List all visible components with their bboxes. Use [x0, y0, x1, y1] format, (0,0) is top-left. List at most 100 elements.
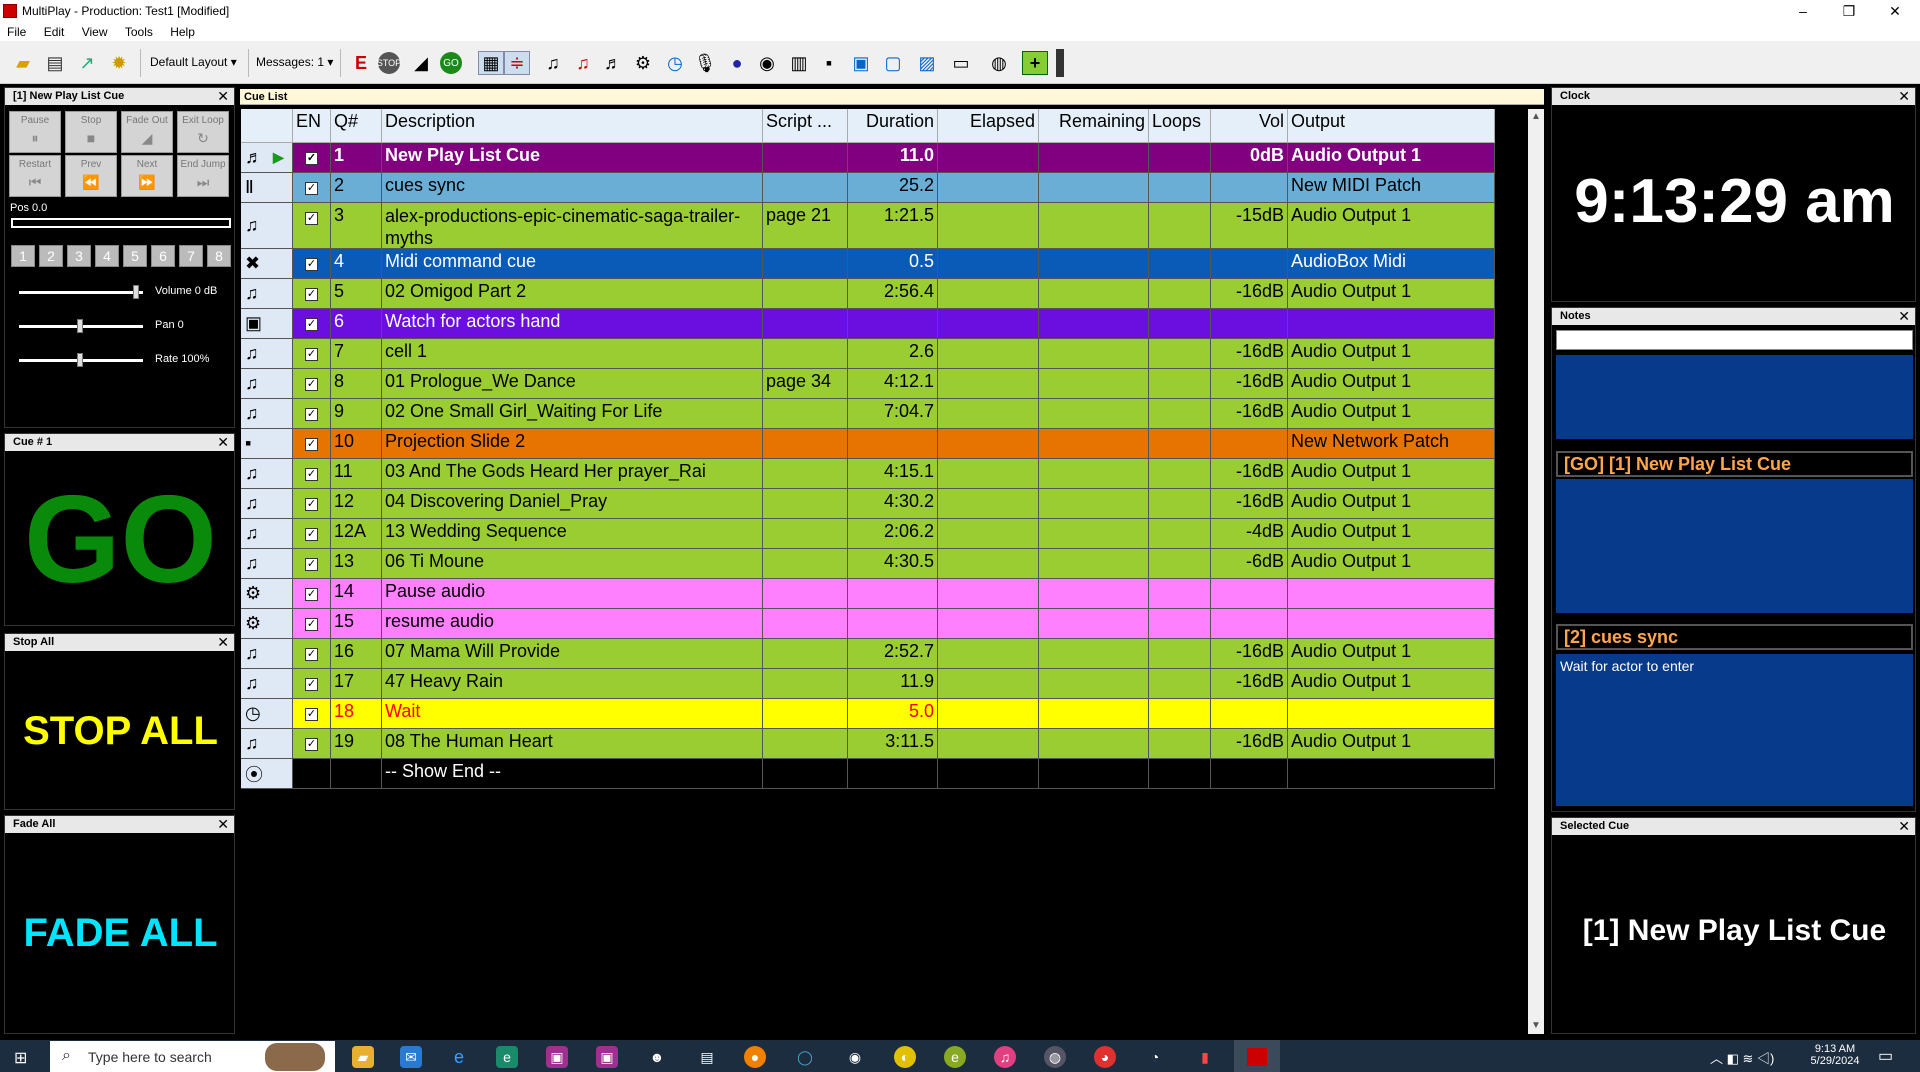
notification-icon[interactable]: ▭	[1878, 1046, 1893, 1066]
close-icon[interactable]: ✕	[1898, 88, 1910, 105]
check-icon[interactable]: ✓	[305, 738, 318, 751]
position-bar[interactable]	[11, 218, 231, 228]
close-button[interactable]: ✕	[1872, 0, 1918, 22]
midi-cue-icon[interactable]: ♫	[570, 51, 596, 75]
fade-out-button[interactable]: Fade Out ◢	[121, 111, 173, 153]
enabled-checkbox[interactable]: ✓	[293, 489, 331, 519]
cue-row[interactable]: ♬ ▶ ✓ 1 New Play List Cue 11.0 0dB Audio Output…	[241, 143, 1495, 173]
enabled-checkbox[interactable]: ✓	[293, 143, 331, 173]
music-app-icon[interactable]: ♫	[994, 1046, 1016, 1068]
enabled-checkbox[interactable]: ✓	[293, 669, 331, 699]
cue-row[interactable]: ▪ ✓ 10 Projection Slide 2 New Network Patch	[241, 429, 1495, 459]
column-header-remaining[interactable]: Remaining	[1039, 109, 1149, 143]
disk-icon[interactable]: ◉	[754, 51, 780, 75]
multiplay-taskbar-icon[interactable]	[1234, 1040, 1280, 1072]
number-button-6[interactable]: 6	[151, 245, 175, 267]
column-header-en[interactable]: EN	[293, 109, 331, 143]
enabled-checkbox[interactable]: ✓	[293, 369, 331, 399]
app-icon-10[interactable]: ◍	[1044, 1046, 1066, 1068]
cue-row[interactable]: ♫ ✓ 12A 13 Wedding Sequence 2:06.2 -4dB Audio …	[241, 519, 1495, 549]
app-icon-9[interactable]: e	[944, 1046, 966, 1068]
cue-row[interactable]: Ⅱ ✓ 2 cues sync 25.2 New MIDI Patch	[241, 173, 1495, 203]
check-icon[interactable]: ✓	[305, 348, 318, 361]
cue-row[interactable]: ◷ ✓ 18 Wait 5.0	[241, 699, 1495, 729]
cue-row[interactable]: ♫ ✓ 11 03 And The Gods Heard Her prayer_Rai…	[241, 459, 1495, 489]
close-icon[interactable]: ✕	[217, 816, 229, 833]
go-display[interactable]: GO	[5, 478, 236, 602]
cue-row[interactable]: ✖ ✓ 4 Midi command cue 0.5 AudioBox Midi	[241, 249, 1495, 279]
microphone-icon[interactable]: 🎙	[692, 51, 718, 75]
cue-row[interactable]: ♫ ✓ 17 47 Heavy Rain 11.9 -16dB Audio Output 1	[241, 669, 1495, 699]
piano-icon[interactable]: ▥	[786, 51, 812, 75]
notes-text-area[interactable]	[1556, 355, 1913, 439]
number-button-4[interactable]: 4	[95, 245, 119, 267]
check-icon[interactable]: ✓	[305, 212, 318, 225]
stop-button[interactable]: Stop ■	[65, 111, 117, 153]
close-icon[interactable]: ✕	[1898, 308, 1910, 325]
cue-row[interactable]: ▣ ✓ 6 Watch for actors hand	[241, 309, 1495, 339]
menu-file[interactable]: File	[0, 22, 33, 39]
message-icon[interactable]: ▭	[948, 51, 974, 75]
export-icon[interactable]: ↗	[74, 51, 100, 75]
number-button-2[interactable]: 2	[39, 245, 63, 267]
app-icon-11[interactable]: ◕	[1094, 1046, 1116, 1068]
check-icon[interactable]: ✓	[305, 588, 318, 601]
enabled-checkbox[interactable]: ✓	[293, 399, 331, 429]
app-icon-5[interactable]: ●	[744, 1046, 766, 1068]
check-icon[interactable]: ✓	[305, 528, 318, 541]
app-icon-2[interactable]: ▣	[596, 1046, 618, 1068]
enabled-checkbox[interactable]: ✓	[293, 429, 331, 459]
number-button-3[interactable]: 3	[67, 245, 91, 267]
settings-gear-icon[interactable]: ✹	[106, 51, 132, 75]
stop-all-button[interactable]: STOP ALL	[5, 709, 236, 754]
restart-button[interactable]: Restart ⏮	[9, 155, 61, 197]
projector-icon[interactable]: ▪	[816, 51, 842, 75]
cue-row[interactable]: ♫ ✓ 3 alex-productions-epic-cinematic-saga-…	[241, 203, 1495, 249]
check-icon[interactable]: ✓	[305, 678, 318, 691]
column-header-duration[interactable]: Duration	[848, 109, 938, 143]
cue-row[interactable]: ⦿ -- Show End --	[241, 759, 1495, 789]
check-icon[interactable]: ✓	[305, 438, 318, 451]
menu-help[interactable]: Help	[163, 22, 202, 39]
enabled-checkbox[interactable]: ✓	[293, 549, 331, 579]
app-icon-7[interactable]: ◉	[844, 1046, 866, 1068]
close-icon[interactable]: ✕	[1898, 818, 1910, 835]
check-icon[interactable]: ✓	[305, 468, 318, 481]
enabled-checkbox[interactable]: ✓	[293, 459, 331, 489]
enabled-checkbox[interactable]	[293, 759, 331, 789]
fade-all-button[interactable]: FADE ALL	[5, 911, 236, 956]
app-icon-13[interactable]: ▮	[1194, 1046, 1216, 1068]
windows-start-icon[interactable]: ⊞	[14, 1048, 27, 1068]
number-button-8[interactable]: 8	[207, 245, 231, 267]
number-button-5[interactable]: 5	[123, 245, 147, 267]
restore-button[interactable]: ❐	[1826, 0, 1872, 22]
check-icon[interactable]: ✓	[305, 498, 318, 511]
image-icon[interactable]: ▨	[914, 51, 940, 75]
cue-row[interactable]: ♫ ✓ 13 06 Ti Moune 4:30.5 -6dB Audio Output 1	[241, 549, 1495, 579]
edit-e-icon[interactable]: E	[348, 51, 374, 75]
ie-browser-icon[interactable]: e	[448, 1046, 470, 1068]
app-icon-6[interactable]: ◯	[794, 1046, 816, 1068]
check-icon[interactable]: ✓	[305, 288, 318, 301]
network-cue-icon[interactable]: ●	[724, 51, 750, 75]
pan-slider-thumb[interactable]	[77, 319, 83, 333]
menu-view[interactable]: View	[75, 22, 115, 39]
column-header-q[interactable]: Q#	[331, 109, 382, 143]
split-view-icon[interactable]: ≑	[504, 51, 530, 75]
mail-icon[interactable]: ✉	[400, 1046, 422, 1068]
tray-icons[interactable]: ︿ ◧ ≋ ◁)	[1710, 1048, 1774, 1067]
control-cue-icon[interactable]: ⚙	[630, 51, 656, 75]
volume-slider-track[interactable]	[19, 291, 143, 294]
clock-tray[interactable]: 9:13 AM 5/29/2024	[1805, 1043, 1865, 1067]
edge-browser-icon[interactable]: e	[496, 1046, 518, 1068]
volume-slider-thumb[interactable]	[133, 285, 139, 299]
rate-slider-thumb[interactable]	[77, 353, 83, 367]
cue-row[interactable]: ⚙ ✓ 15 resume audio	[241, 609, 1495, 639]
cue-row[interactable]: ♫ ✓ 5 02 Omigod Part 2 2:56.4 -16dB Audio Outp…	[241, 279, 1495, 309]
check-icon[interactable]: ✓	[305, 318, 318, 331]
app-icon-4[interactable]: ▤	[696, 1046, 718, 1068]
enabled-checkbox[interactable]: ✓	[293, 249, 331, 279]
enabled-checkbox[interactable]: ✓	[293, 203, 331, 249]
audio-cue-icon[interactable]: ♫	[540, 51, 566, 75]
enabled-checkbox[interactable]: ✓	[293, 729, 331, 759]
